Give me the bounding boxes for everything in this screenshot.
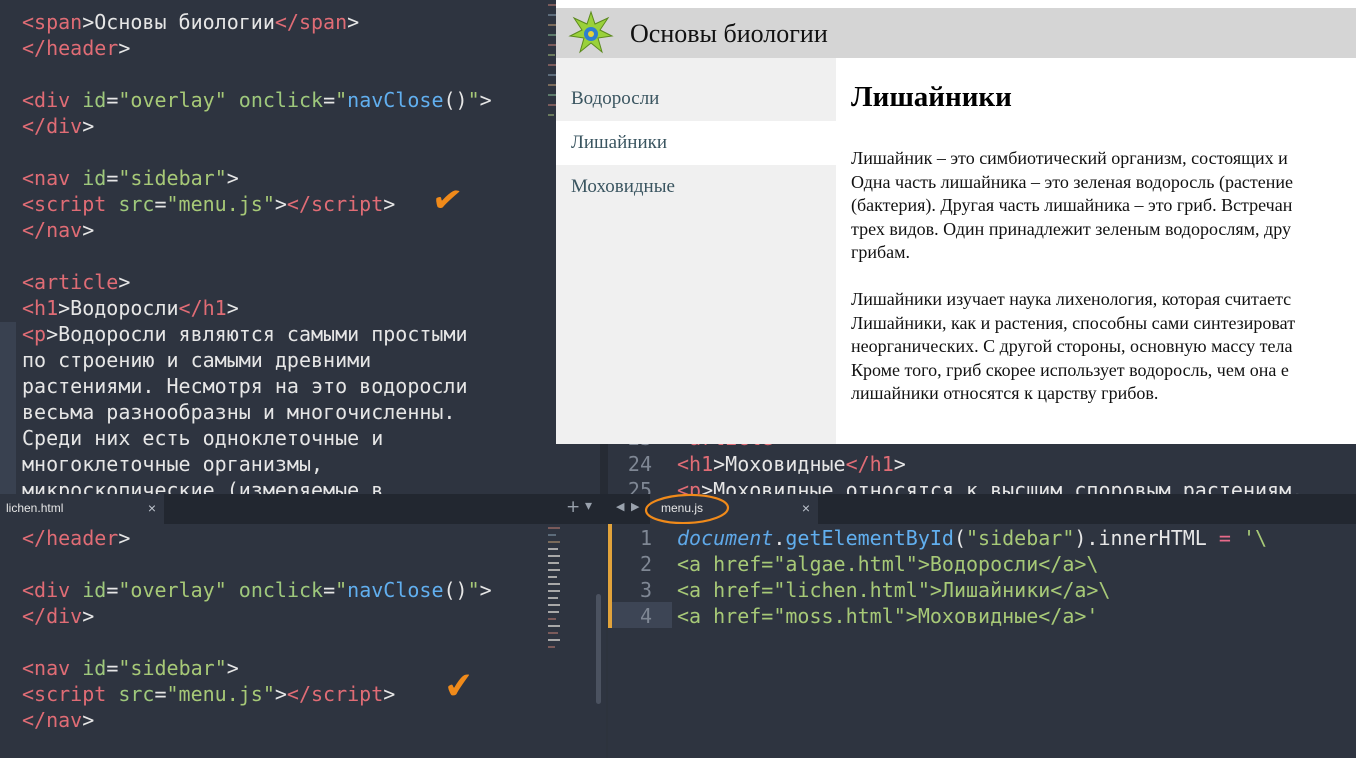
tab-menu-icon[interactable]: ▾ [585,498,592,514]
article-heading: Лишайники [851,81,1012,113]
sidebar-item-label: Лишайники [571,132,668,153]
code-line[interactable]: document.getElementById("sidebar").inner… [677,525,1267,551]
tab-nav-left-icon[interactable]: ◀ [616,500,624,513]
current-line-gutter [0,322,16,494]
tab-lichen-html[interactable]: lichen.html × [0,494,164,524]
close-icon[interactable]: × [802,494,810,522]
sidebar-item-algae[interactable]: Водоросли [556,77,836,121]
top-left-editor[interactable]: <span>Основы биологии</span> </header> <d… [0,0,600,494]
code-line[interactable]: <div id="overlay" onclick="navClose()"> [22,577,492,603]
add-tab-icon[interactable]: + [566,497,580,517]
scrollbar[interactable] [596,594,601,704]
code-line[interactable]: <a href="algae.html">Водоросли</a>\ [677,551,1267,577]
minimap[interactable] [548,524,562,654]
line-number: 4 [639,604,652,628]
code-line[interactable]: <p>Моховидные относятся к высшим споровы… [677,477,1303,494]
code-area[interactable]: document.getElementById("sidebar").inner… [677,525,1267,629]
line-number: 1 [639,526,652,550]
code-line[interactable]: </header> [22,35,492,61]
orange-circle-annotation [644,493,730,525]
sidebar-item-label: Водоросли [571,88,660,109]
tab-label: lichen.html [6,501,64,515]
code-line[interactable]: <span>Основы биологии</span> [22,9,492,35]
cell-icon [568,10,614,54]
site-header: Основы биологии [556,8,1356,58]
article-paragraph-2: Лишайники изучает наука лихенология, кот… [851,289,1296,403]
code-line[interactable]: <nav id="sidebar"> [22,165,492,191]
code-line[interactable]: растениями. Несмотря на это водоросли [22,373,492,399]
window-edge [556,0,1356,8]
bottom-left-editor[interactable]: </header> <div id="overlay" onclick="nav… [0,524,606,758]
code-line[interactable]: </div> [22,603,492,629]
close-icon[interactable]: × [148,494,156,522]
code-line[interactable] [22,629,492,655]
code-line[interactable]: микроскопические (измеряемые в [22,477,492,494]
code-line[interactable]: <nav id="sidebar"> [22,655,492,681]
code-area[interactable]: <span>Основы биологии</span> </header> <d… [22,9,492,494]
code-line[interactable]: <a href="moss.html">Моховидные</a>' [677,603,1267,629]
code-line[interactable]: </div> [22,113,492,139]
code-line[interactable]: <h1>Водоросли</h1> [22,295,492,321]
check-mark-annotation: ✔ [429,178,465,223]
code-line[interactable] [22,243,492,269]
code-line[interactable]: <h1>Моховидные</h1> [677,451,1303,477]
code-line[interactable]: <script src="menu.js"></script> [22,681,492,707]
tabbar-left: lichen.html × + ▾ [0,494,606,524]
site-sidebar: Водоросли Лишайники Моховидные [556,58,836,444]
code-line[interactable] [22,61,492,87]
code-line[interactable] [22,139,492,165]
code-line[interactable]: </nav> [22,707,492,733]
code-line[interactable]: весьма разнообразны и многочисленны. [22,399,492,425]
code-line[interactable]: Среди них есть одноклеточные и [22,425,492,451]
tab-nav-right-icon[interactable]: ▶ [631,500,639,513]
code-line[interactable]: </nav> [22,217,492,243]
code-line[interactable]: многоклеточные организмы, [22,451,492,477]
code-line[interactable]: </header> [22,525,492,551]
code-line[interactable]: <p>Водоросли являются самыми простыми [22,321,492,347]
code-line[interactable]: <article> [22,269,492,295]
code-line[interactable] [22,551,492,577]
sidebar-item-moss[interactable]: Моховидные [556,165,836,209]
site-title: Основы биологии [630,19,828,48]
sidebar-item-label: Моховидные [571,176,675,197]
line-number: 24 [627,452,652,476]
sidebar-item-lichen[interactable]: Лишайники [556,121,836,165]
line-number: 3 [639,578,652,602]
line-number: 2 [639,552,652,576]
article-paragraph-1: Лишайник – это симбиотический организм, … [851,148,1294,262]
code-line[interactable]: <script src="menu.js"></script> [22,191,492,217]
check-mark-annotation: ✔ [442,664,476,709]
line-numbers: 1234 [608,525,652,629]
code-line[interactable]: по строению и самыми древними [22,347,492,373]
code-area[interactable]: </header> <div id="overlay" onclick="nav… [22,525,492,733]
code-line[interactable]: <div id="overlay" onclick="navClose()"> [22,87,492,113]
browser-window: Основы биологии Водоросли Лишайники Мохо… [556,0,1356,444]
tabbar-right: ◀ ▶ menu.js × [606,493,1356,525]
bottom-right-editor[interactable]: 1234 document.getElementById("sidebar").… [608,524,1356,758]
article: Лишайники Лишайник – это симбиотический … [836,58,1356,444]
code-line[interactable]: <a href="lichen.html">Лишайники</a>\ [677,577,1267,603]
